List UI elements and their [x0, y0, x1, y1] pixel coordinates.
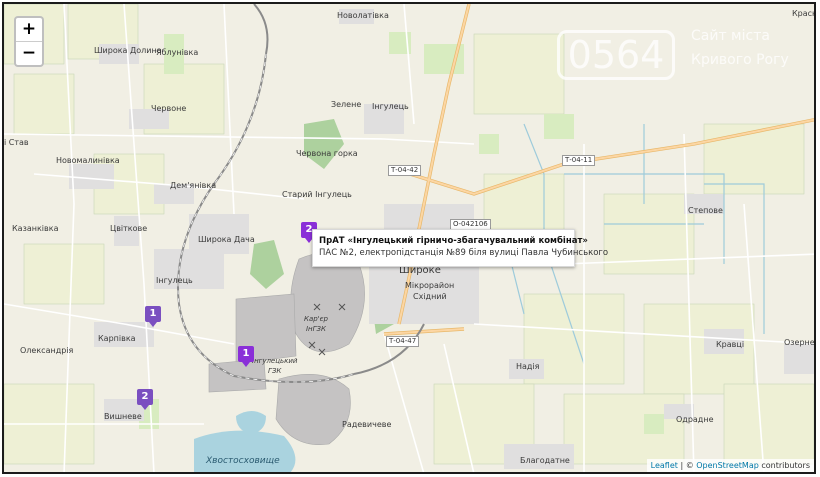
attribution-separator: |	[680, 461, 684, 470]
site-watermark: 0564 Сайт міста Кривого Рогу	[557, 22, 812, 104]
watermark-logo: 0564	[557, 30, 675, 80]
place-label: Інгулець	[372, 102, 409, 111]
place-label: Інгулецький ГЗК	[252, 357, 298, 375]
place-label: Надія	[516, 362, 540, 371]
road-shield: Т-04-47	[386, 336, 420, 347]
watermark-line-1: Сайт міста	[691, 28, 770, 44]
map-marker[interactable]: 2	[137, 389, 153, 410]
place-label: Зелене	[331, 100, 362, 109]
place-label: Кар'єр ІнГЗК	[304, 315, 328, 333]
marker-pointer	[141, 405, 149, 410]
marker-popup[interactable]: ПрАТ «Інгулецький гірничо-збагачувальний…	[312, 229, 609, 267]
marker-badge: 1	[238, 346, 254, 362]
place-label: Вишневе	[104, 412, 142, 421]
place-label: Озерне	[784, 338, 815, 347]
place-label: Широке	[399, 265, 441, 276]
place-label: Хвостосховище	[206, 456, 280, 466]
road-shield: Т-04-11	[562, 155, 596, 166]
osm-link[interactable]: OpenStreetMap	[696, 461, 759, 470]
copyright-symbol: ©	[685, 461, 694, 470]
place-label: Карпівка	[98, 334, 136, 343]
place-label: Широка Долина	[94, 46, 162, 55]
place-label: Кравці	[716, 340, 745, 349]
map-attribution: Leaflet | © OpenStreetMap contributors	[646, 459, 814, 472]
leaflet-link[interactable]: Leaflet	[651, 461, 678, 470]
place-label: Степове	[688, 206, 723, 215]
place-label: Червоне	[151, 104, 187, 113]
attribution-contributors: contributors	[761, 461, 810, 470]
road-shield: Т-04-42	[388, 165, 422, 176]
place-label: Старий Інгулець	[282, 190, 352, 199]
watermark-line-2: Кривого Рогу	[691, 52, 789, 68]
popup-address: ПАС №2, електропідстанція №89 біля вулиц…	[319, 248, 609, 258]
place-label: Новомалинівка	[56, 156, 120, 165]
zoom-out-button[interactable]: −	[16, 41, 42, 65]
zoom-in-button[interactable]: +	[16, 18, 42, 41]
place-label: Казанківка	[12, 224, 59, 233]
place-label: Широка Дача	[198, 235, 255, 244]
place-label: Радевичеве	[342, 420, 392, 429]
place-label: Мікрорайон	[405, 281, 455, 290]
place-label: Східний	[413, 292, 447, 301]
place-label: Новолатівка	[337, 11, 389, 20]
place-label: Інгулець	[156, 276, 193, 285]
marker-badge: 2	[137, 389, 153, 405]
place-label: Дем'янівка	[170, 181, 217, 190]
place-label: Одрадне	[676, 415, 714, 424]
place-label: Червона горка	[296, 149, 358, 158]
marker-pointer	[149, 322, 157, 327]
place-label: Цвіткове	[110, 224, 148, 233]
marker-pointer	[242, 362, 250, 367]
map-marker[interactable]: 1	[238, 346, 254, 367]
zoom-control: + −	[14, 16, 44, 67]
place-label: Олександрія	[20, 346, 74, 355]
place-label: і Став	[4, 138, 29, 147]
place-label: Яблунівка	[156, 48, 199, 57]
marker-badge: 1	[145, 306, 161, 322]
map-frame: Новолатівка Широка Долина Яблунівка Черв…	[2, 2, 816, 474]
place-label: Благодатне	[520, 456, 570, 465]
popup-title: ПрАТ «Інгулецький гірничо-збагачувальний…	[319, 236, 588, 246]
place-label: Красни	[792, 9, 814, 18]
map-marker[interactable]: 1	[145, 306, 161, 327]
